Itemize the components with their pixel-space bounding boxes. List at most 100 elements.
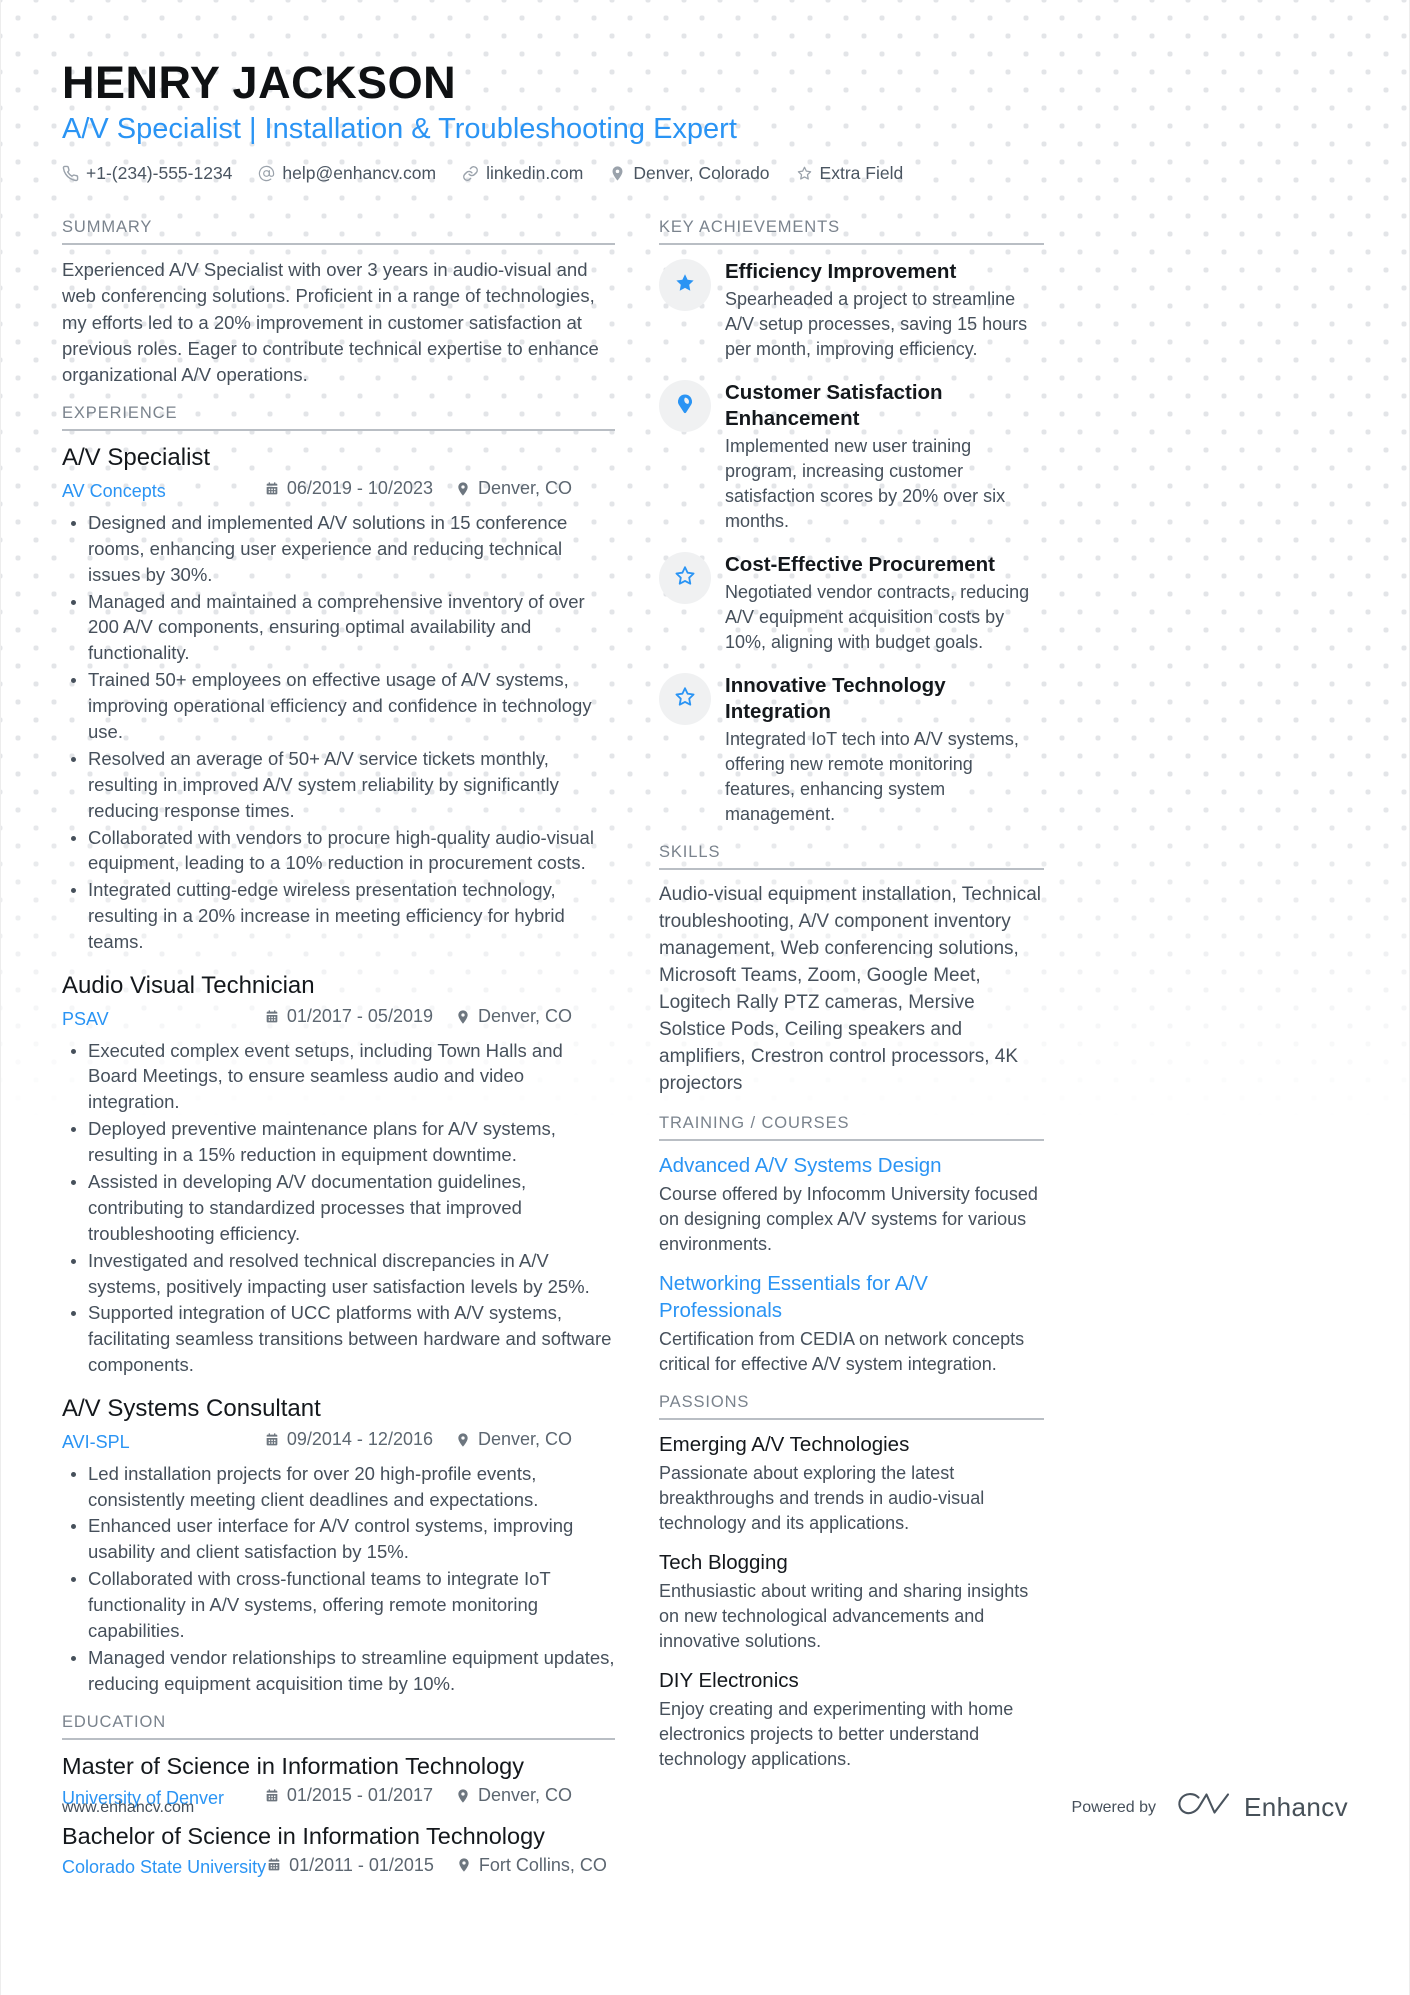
experience-bullet: Designed and implemented A/V solutions i… — [62, 510, 615, 588]
experience-dates: 09/2014 - 12/2016 — [264, 1426, 433, 1453]
location-pin-icon — [455, 1009, 471, 1025]
contact-value: Denver, Colorado — [633, 163, 770, 184]
contact-item-email[interactable]: help@enhancv.com — [258, 163, 436, 184]
achievement-title: Efficiency Improvement — [725, 260, 957, 284]
contact-item-location-pin[interactable]: Denver, Colorado — [609, 163, 770, 184]
calendar-icon — [264, 1009, 280, 1025]
achievement-description: Spearheaded a project to streamline A/V … — [725, 288, 1028, 360]
experience-meta: PSAV 01/2017 - 05/2019 Denver, CO — [62, 1003, 615, 1033]
section-training-courses: TRAINING / COURSES Advanced A/V Systems … — [659, 1114, 1044, 1377]
experience-company[interactable]: AV Concepts — [62, 478, 166, 505]
achievement-item: Customer Satisfaction Enhancement Impleme… — [659, 378, 1044, 534]
education-location-text: Fort Collins, CO — [478, 1854, 607, 1875]
education-entry: Bachelor of Science in Information Techn… — [62, 1822, 615, 1882]
experience-entry: A/V Systems Consultant AVI-SPL 09/2014 - 1… — [62, 1394, 615, 1697]
section-heading-passions: PASSIONS — [659, 1393, 1044, 1421]
experience-job-title: Audio Visual Technician — [62, 972, 315, 1000]
passion-item: Emerging A/V Technologies Passionate abou… — [659, 1432, 1044, 1536]
achievement-item: Innovative Technology Integration Integra… — [659, 671, 1044, 827]
achievement-badge — [659, 380, 711, 433]
section-heading-skills: SKILLS — [659, 843, 1044, 871]
location-pin-icon — [609, 165, 626, 182]
passion-description: Enthusiastic about writing and sharing i… — [659, 1580, 1029, 1652]
experience-bullet: Led installation projects for over 20 hi… — [62, 1461, 615, 1513]
contact-row: +1-(234)-555-1234 help@enhancv.com linkedi… — [62, 163, 1348, 184]
resume-page: HENRY JACKSON A/V Specialist | Installat… — [0, 0, 1410, 1887]
footer-website-link[interactable]: www.enhancv.com — [62, 1799, 194, 1817]
experience-bullet-list: Executed complex event setups, including… — [62, 1038, 615, 1379]
right-column: KEY ACHIEVEMENTS Efficiency Improvement S… — [659, 202, 1044, 1787]
skills-text: Audio-visual equipment installation, Tec… — [659, 884, 1041, 1095]
experience-bullet: Assisted in developing A/V documentation… — [62, 1169, 615, 1247]
enhancv-logo-icon — [1176, 1790, 1234, 1825]
achievement-item: Cost-Effective Procurement Negotiated ven… — [659, 550, 1044, 655]
achievement-text: Innovative Technology Integration Integra… — [725, 671, 1044, 827]
resume-footer: www.enhancv.com Powered by Enhancv — [0, 1790, 1410, 1825]
experience-meta: AV Concepts 06/2019 - 10/2023 Denver, CO — [62, 475, 615, 505]
achievement-badge — [659, 259, 711, 312]
education-location: Fort Collins, CO — [456, 1852, 615, 1879]
passion-description: Passionate about exploring the latest br… — [659, 1462, 985, 1534]
experience-bullet: Executed complex event setups, including… — [62, 1038, 615, 1116]
experience-bullet: Supported integration of UCC platforms w… — [62, 1300, 615, 1378]
experience-bullet-list: Designed and implemented A/V solutions i… — [62, 510, 615, 955]
star-outline-icon — [673, 564, 697, 593]
experience-dates-text: 09/2014 - 12/2016 — [286, 1429, 433, 1450]
enhancv-brand-name: Enhancv — [1244, 1792, 1348, 1823]
experience-location-text: Denver, CO — [478, 1006, 573, 1027]
section-heading-key-achievements: KEY ACHIEVEMENTS — [659, 218, 1044, 246]
education-school[interactable]: Colorado State University — [62, 1854, 266, 1881]
passion-item: DIY Electronics Enjoy creating and experi… — [659, 1668, 1044, 1772]
experience-bullet-list: Led installation projects for over 20 hi… — [62, 1461, 615, 1697]
contact-item-phone[interactable]: +1-(234)-555-1234 — [62, 163, 232, 184]
education-dates: 01/2011 - 01/2015 — [266, 1852, 434, 1879]
experience-dates: 06/2019 - 10/2023 — [264, 475, 433, 502]
experience-entry: Audio Visual Technician PSAV 01/2017 - 05/… — [62, 971, 615, 1378]
experience-company[interactable]: PSAV — [62, 1006, 109, 1033]
summary-text: Experienced A/V Specialist with over 3 y… — [62, 259, 599, 386]
calendar-icon — [264, 1432, 280, 1448]
email-icon — [258, 165, 275, 182]
training-item: Networking Essentials for A/V Profession… — [659, 1271, 1044, 1377]
section-skills: SKILLS Audio-visual equipment installati… — [659, 843, 1044, 1098]
achievement-title: Customer Satisfaction Enhancement — [725, 381, 943, 430]
section-summary: SUMMARY Experienced A/V Specialist with … — [62, 218, 615, 388]
page-title: HENRY JACKSON — [62, 57, 457, 108]
content-columns: SUMMARY Experienced A/V Specialist with … — [0, 202, 1410, 1887]
section-heading-training-courses: TRAINING / COURSES — [659, 1114, 1044, 1142]
section-key-achievements: KEY ACHIEVEMENTS Efficiency Improvement S… — [659, 218, 1044, 827]
star-outline-icon — [796, 165, 813, 182]
powered-by-label: Powered by — [1071, 1798, 1157, 1816]
contact-item-star-outline[interactable]: Extra Field — [796, 163, 903, 184]
experience-dates: 01/2017 - 05/2019 — [264, 1003, 433, 1030]
location-pin-icon — [455, 1432, 471, 1448]
experience-dates-text: 01/2017 - 05/2019 — [286, 1006, 433, 1027]
achievement-description: Integrated IoT tech into A/V systems, of… — [725, 728, 1019, 825]
experience-bullet: Investigated and resolved technical disc… — [62, 1248, 615, 1300]
experience-dates-text: 06/2019 - 10/2023 — [286, 478, 433, 499]
achievement-text: Cost-Effective Procurement Negotiated ven… — [725, 550, 1044, 655]
experience-company[interactable]: AVI-SPL — [62, 1429, 130, 1456]
achievement-description: Negotiated vendor contracts, reducing A/… — [725, 581, 1030, 653]
contact-item-link[interactable]: linkedin.com — [462, 163, 583, 184]
passion-item: Tech Blogging Enthusiastic about writing … — [659, 1550, 1044, 1654]
experience-location: Denver, CO — [455, 1003, 615, 1030]
training-list: Advanced A/V Systems Design Course offere… — [659, 1141, 1044, 1377]
experience-bullet: Deployed preventive maintenance plans fo… — [62, 1116, 615, 1168]
left-column: SUMMARY Experienced A/V Specialist with … — [62, 202, 637, 1887]
experience-bullet: Managed and maintained a comprehensive i… — [62, 589, 615, 667]
contact-value: linkedin.com — [486, 163, 584, 184]
experience-bullet: Trained 50+ employees on effective usage… — [62, 667, 615, 745]
training-description: Certification from CEDIA on network conc… — [659, 1328, 1025, 1374]
section-heading-education: EDUCATION — [62, 1713, 615, 1740]
experience-bullet: Resolved an average of 50+ A/V service t… — [62, 746, 615, 824]
contact-value: +1-(234)-555-1234 — [86, 163, 233, 184]
passion-description: Enjoy creating and experimenting with ho… — [659, 1699, 1014, 1770]
achievement-badge — [659, 673, 711, 726]
experience-entry: A/V Specialist AV Concepts 06/2019 - 10/20… — [62, 443, 615, 955]
phone-icon — [62, 165, 79, 182]
passion-title: Tech Blogging — [659, 1551, 788, 1575]
training-title[interactable]: Advanced A/V Systems Design — [659, 1153, 1044, 1180]
education-dates-text: 01/2011 - 01/2015 — [289, 1854, 434, 1875]
training-title[interactable]: Networking Essentials for A/V Profession… — [659, 1271, 1044, 1324]
